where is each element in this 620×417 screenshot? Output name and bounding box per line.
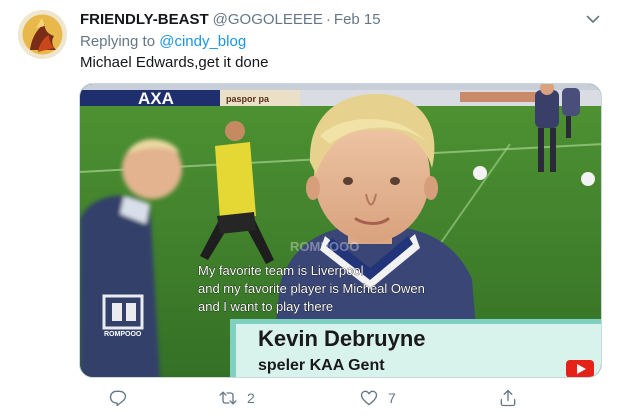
display-name[interactable]: FRIENDLY-BEAST bbox=[80, 11, 209, 28]
media-video[interactable]: AXA paspor pa ROMPOOO My favorite team i… bbox=[79, 83, 602, 378]
lower-third-caption: speler KAA Gent bbox=[258, 357, 385, 374]
lower-third-name: Kevin Debruyne bbox=[258, 326, 426, 351]
tweet-card[interactable]: FRIENDLY-BEAST @GOGOLEEEE · Feb 15 Replying… bbox=[0, 0, 620, 417]
retweet-button[interactable]: 2 bbox=[218, 384, 255, 412]
lower-third: Kevin Debruyne speler KAA Gent bbox=[230, 319, 601, 377]
like-button[interactable]: 7 bbox=[359, 384, 396, 412]
subtitle-line-3: and I want to play there bbox=[198, 299, 333, 314]
subtitle-line-1: My favorite team is Liverpool bbox=[198, 263, 364, 278]
retweet-icon bbox=[219, 391, 237, 405]
retweet-count: 2 bbox=[247, 390, 255, 406]
like-icon bbox=[360, 390, 378, 406]
ad-board-text: AXA bbox=[138, 89, 174, 108]
chevron-down-icon[interactable] bbox=[584, 10, 602, 28]
tweet-text: Michael Edwards,get it done bbox=[80, 54, 269, 71]
subtitle-line-2: and my favorite player is Micheal Owen bbox=[198, 281, 425, 296]
share-icon bbox=[500, 389, 516, 407]
broadcaster-logo-text: ROMPOOO bbox=[104, 331, 142, 338]
reply-icon bbox=[109, 390, 127, 407]
tweet-header: FRIENDLY-BEAST @GOGOLEEEE · Feb 15 bbox=[80, 10, 381, 30]
tweet-actions: 2 7 bbox=[80, 384, 600, 412]
user-handle[interactable]: @GOGOLEEEE bbox=[213, 11, 323, 28]
avatar-image bbox=[18, 10, 67, 59]
tweet-date[interactable]: Feb 15 bbox=[334, 11, 381, 28]
video-frame: AXA paspor pa ROMPOOO My favorite team i… bbox=[80, 84, 601, 378]
replying-prefix: Replying to bbox=[80, 33, 156, 50]
share-button[interactable] bbox=[498, 384, 527, 412]
ad-board-secondary: paspor pa bbox=[226, 94, 270, 104]
video-watermark: ROMPOOO bbox=[290, 239, 359, 254]
replying-to: Replying to @cindy_blog bbox=[80, 32, 246, 52]
reply-button[interactable] bbox=[108, 384, 137, 412]
youtube-icon[interactable] bbox=[566, 360, 594, 378]
avatar[interactable] bbox=[18, 10, 67, 59]
like-count: 7 bbox=[388, 390, 396, 406]
reply-mention-link[interactable]: @cindy_blog bbox=[159, 33, 246, 50]
separator-dot: · bbox=[325, 11, 331, 28]
